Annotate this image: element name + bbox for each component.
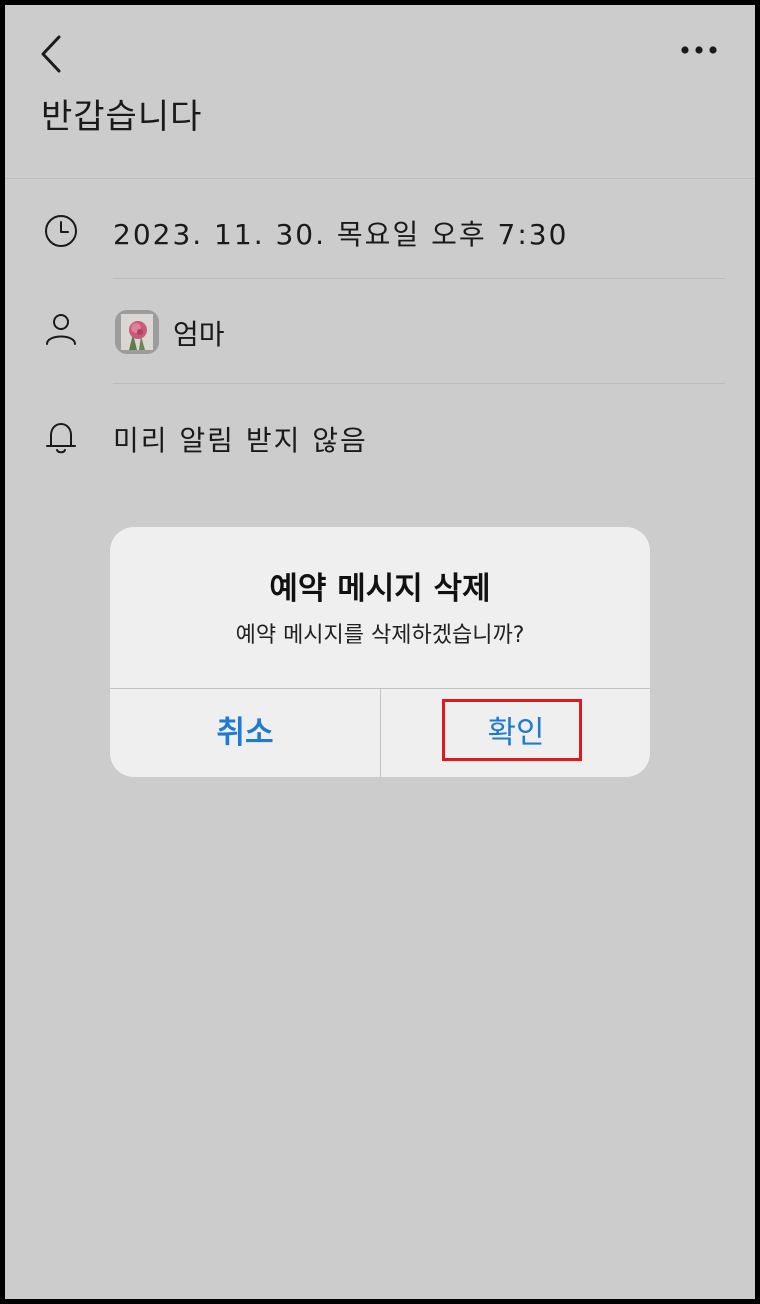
bell-icon (46, 423, 76, 454)
clock-icon (45, 215, 77, 247)
confirm-button[interactable]: 확인 (381, 689, 650, 777)
reminder-text: 미리 알림 받지 않음 (113, 424, 368, 457)
header-divider (5, 178, 755, 179)
page-title: 반갑습니다 (41, 97, 203, 137)
recipient-row[interactable]: 엄마 (5, 303, 755, 363)
row-divider (113, 383, 725, 384)
dialog-title: 예약 메시지 삭제 (269, 571, 491, 607)
recipient-avatar[interactable] (115, 310, 159, 354)
delete-confirm-dialog: 예약 메시지 삭제 예약 메시지를 삭제하겠습니까? 취소 확인 (110, 527, 650, 777)
reminder-row[interactable]: 미리 알림 받지 않음 (5, 407, 755, 467)
datetime-text: 2023. 11. 30. 목요일 오후 7:30 (113, 218, 569, 251)
rose-photo-avatar (115, 310, 159, 354)
cancel-button[interactable]: 취소 (110, 689, 380, 777)
screen: 반갑습니다 2023. 11. 30. 목요일 오후 7:30 엄마 미리 알림… (5, 5, 755, 1299)
chevron-left-icon (41, 35, 61, 73)
datetime-row[interactable]: 2023. 11. 30. 목요일 오후 7:30 (5, 201, 755, 261)
more-horizontal-icon (681, 46, 717, 54)
dialog-message: 예약 메시지를 삭제하겠습니까? (235, 623, 525, 648)
row-divider (113, 278, 725, 279)
recipient-name: 엄마 (173, 318, 225, 351)
back-button[interactable] (35, 33, 67, 75)
person-icon (46, 314, 76, 345)
more-options-button[interactable] (677, 35, 721, 71)
